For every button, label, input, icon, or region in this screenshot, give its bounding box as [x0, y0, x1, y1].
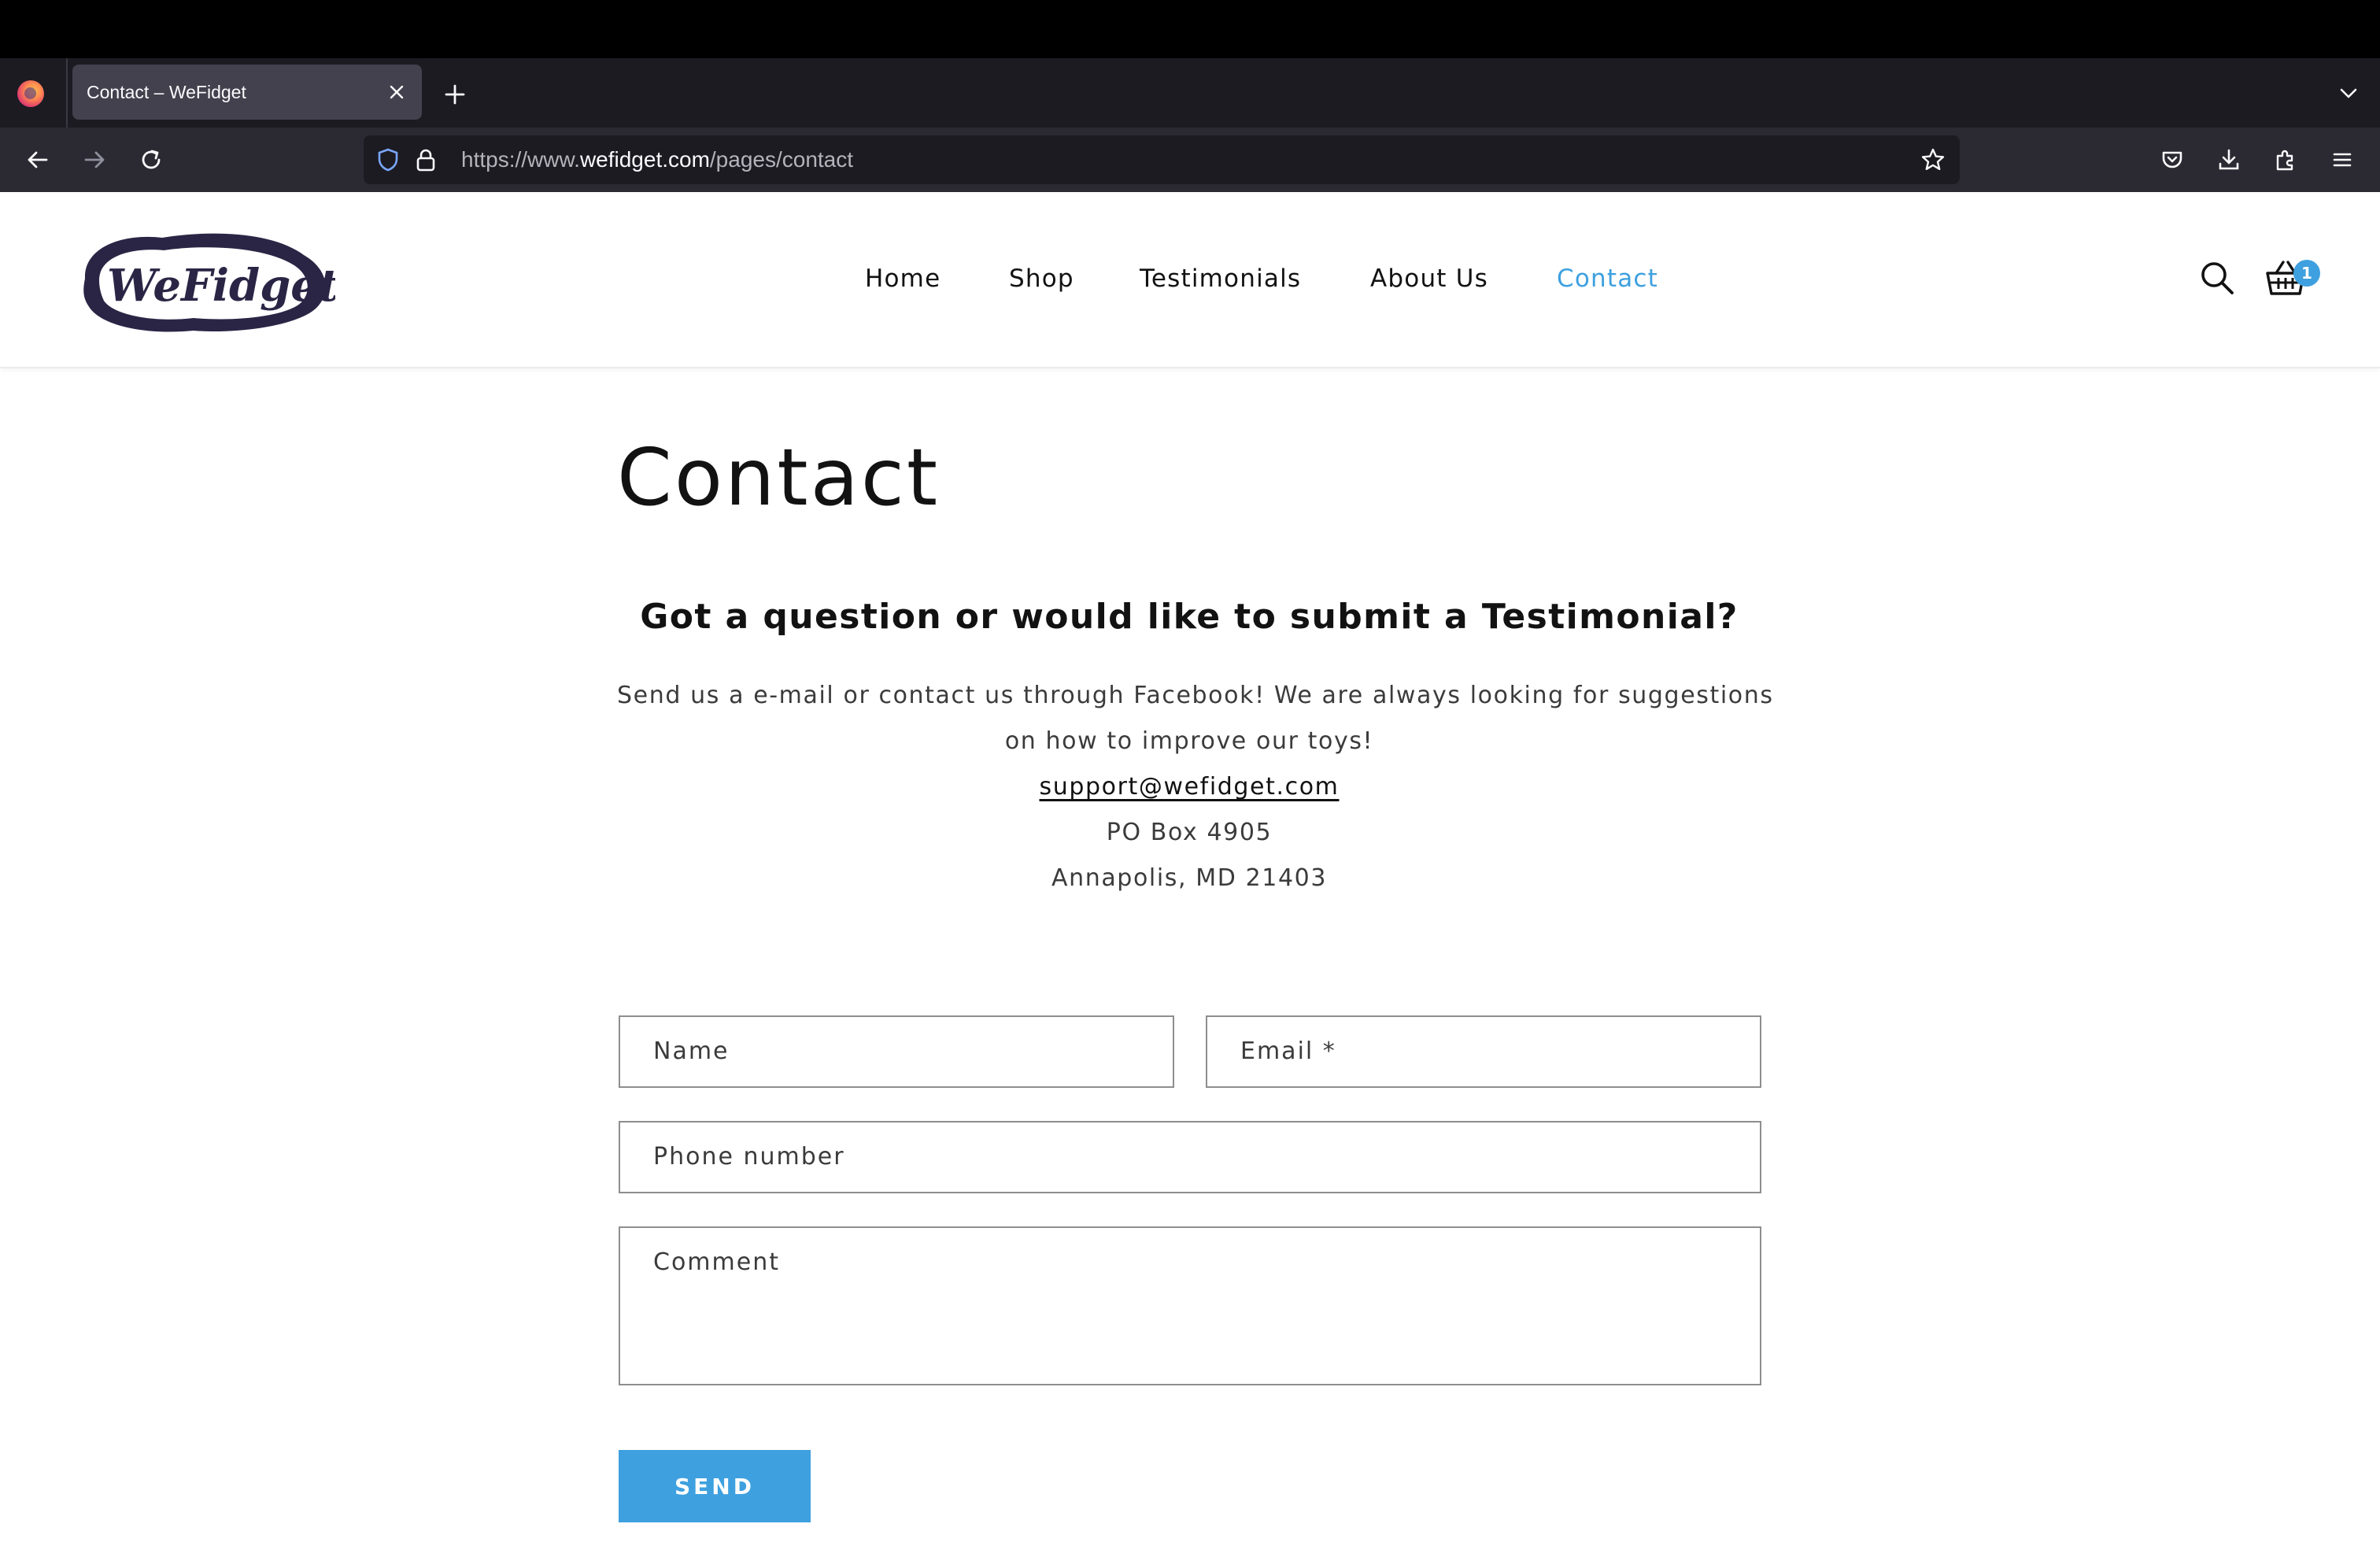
extensions-puzzle-icon[interactable]: [2268, 142, 2303, 177]
nav-contact[interactable]: Contact: [1557, 264, 1658, 293]
name-placeholder: Name: [653, 1037, 730, 1065]
phone-placeholder: Phone number: [653, 1143, 845, 1171]
downloads-icon[interactable]: [2212, 142, 2246, 177]
tab-title: Contact – WeFidget: [87, 82, 246, 102]
tracking-protection-shield-icon[interactable]: [375, 146, 401, 173]
nav-shop[interactable]: Shop: [1009, 264, 1074, 293]
contact-subheading: Got a question or would like to submit a…: [640, 597, 1739, 637]
support-email-link[interactable]: support@wefidget.com: [1040, 773, 1340, 801]
wefidget-logo[interactable]: WeFidget.com: [76, 224, 457, 342]
nav-home[interactable]: Home: [865, 264, 941, 293]
email-placeholder: Email *: [1240, 1037, 1336, 1065]
forward-arrow-icon[interactable]: [77, 142, 112, 177]
reload-icon[interactable]: [134, 142, 168, 177]
site-header: WeFidget.com Home Shop Testimonials Abou…: [0, 192, 2380, 368]
comment-textarea[interactable]: Comment: [619, 1226, 1761, 1385]
send-button-label: SEND: [674, 1473, 755, 1500]
phone-number-input[interactable]: Phone number: [619, 1121, 1761, 1193]
address-line-1: PO Box 4905: [1106, 819, 1273, 846]
comment-placeholder: Comment: [653, 1248, 780, 1276]
contact-intro-line-2: on how to improve our toys!: [1004, 727, 1374, 755]
lock-icon[interactable]: [412, 146, 439, 173]
browser-tab-strip: Contact – WeFidget: [0, 58, 2380, 128]
address-line-2: Annapolis, MD 21403: [1051, 864, 1328, 892]
cart-count-badge: 1: [2293, 260, 2320, 287]
search-icon[interactable]: [2196, 257, 2238, 299]
send-button[interactable]: SEND: [619, 1450, 811, 1522]
nav-about-us[interactable]: About Us: [1370, 264, 1488, 293]
bookmark-star-icon[interactable]: [1919, 146, 1947, 174]
url-text: https://www.wefidget.com/pages/contact: [461, 147, 853, 172]
pocket-icon[interactable]: [2155, 142, 2190, 177]
url-domain: wefidget.com: [579, 147, 710, 172]
url-path: /pages/contact: [709, 147, 854, 172]
support-email-row: support@wefidget.com: [617, 773, 1761, 801]
email-input[interactable]: Email *: [1206, 1015, 1761, 1088]
url-prefix: https://www.: [461, 147, 580, 172]
browser-nav-toolbar: https://www.wefidget.com/pages/contact: [0, 128, 2380, 192]
name-input[interactable]: Name: [619, 1015, 1174, 1088]
new-tab-plus-icon[interactable]: [439, 79, 471, 110]
page-title: Contact: [617, 431, 941, 523]
list-all-tabs-chevron-down-icon[interactable]: [2333, 77, 2364, 109]
contact-intro-line-1: Send us a e-mail or contact us through F…: [617, 682, 1774, 709]
tab-separator: [66, 58, 68, 128]
back-arrow-icon[interactable]: [20, 142, 55, 177]
hamburger-menu-icon[interactable]: [2325, 142, 2360, 177]
address-bar[interactable]: https://www.wefidget.com/pages/contact: [364, 135, 1960, 184]
close-tab-icon[interactable]: [382, 78, 411, 106]
nav-testimonials[interactable]: Testimonials: [1140, 264, 1301, 293]
logo-wordmark: WeFidget.com: [107, 260, 335, 312]
browser-tab-active[interactable]: Contact – WeFidget: [72, 65, 422, 120]
os-menu-bar: [0, 0, 2380, 58]
firefox-logo-icon[interactable]: [17, 80, 44, 107]
